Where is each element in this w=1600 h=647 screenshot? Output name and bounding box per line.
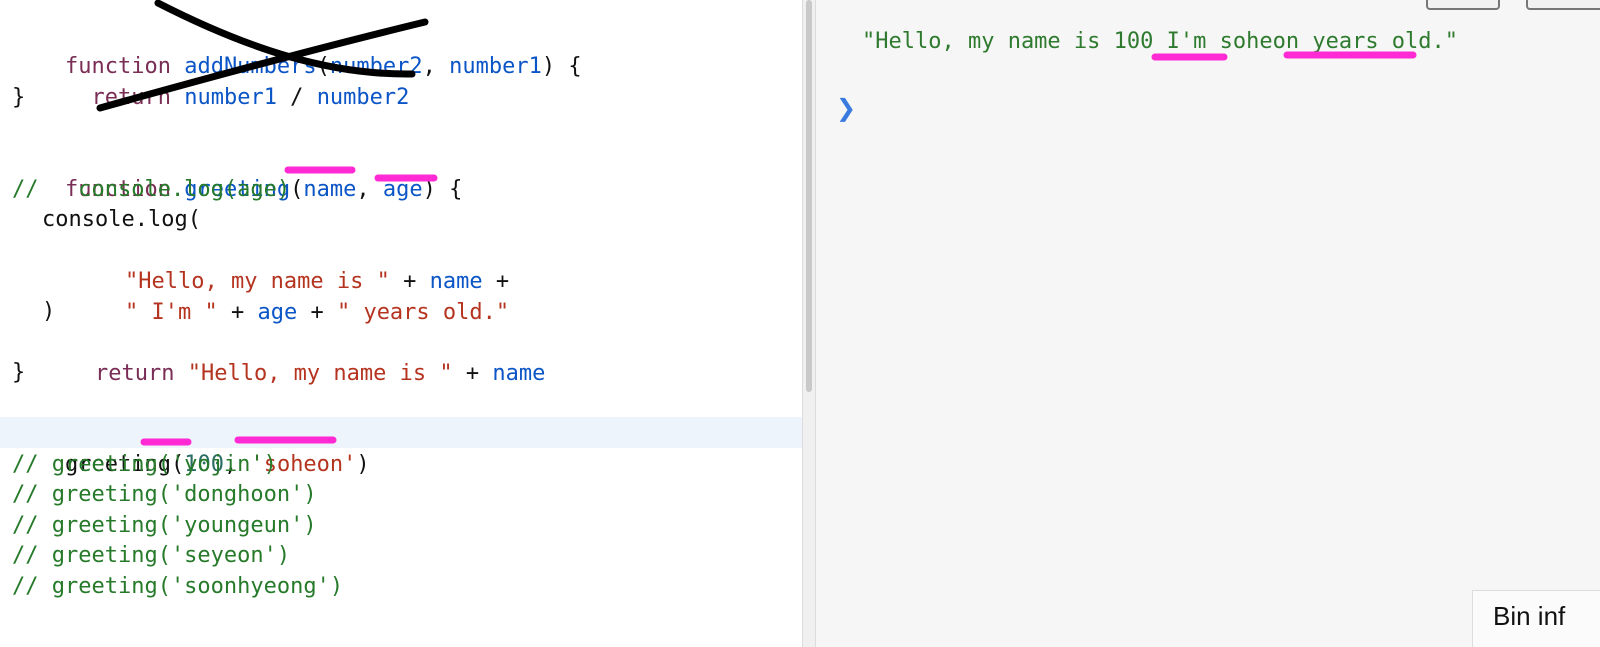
comment-line: // greeting('youngeun') (12, 513, 317, 538)
variable: age (257, 300, 298, 325)
punct: ) (356, 452, 370, 477)
comment-line: // greeting('soonhyeong') (12, 574, 344, 599)
punct: ) { (541, 54, 582, 79)
editor-scrollbar-thumb[interactable] (806, 0, 812, 392)
pane-splitter[interactable] (802, 0, 816, 647)
variable: number1 (184, 85, 277, 110)
code-line-9: " I'm " + age + " years old." (72, 266, 509, 325)
operator: / (276, 85, 317, 110)
keyword: return (94, 361, 175, 386)
bin-info-text: Bin inf (1493, 601, 1566, 631)
variable: name (492, 361, 546, 386)
operator: + (217, 300, 258, 325)
param: name (303, 177, 357, 202)
code-line-6: // console.log(age) (12, 177, 291, 202)
operator: + (452, 361, 493, 386)
toolbar-button[interactable] (1526, 0, 1600, 10)
param: number1 (449, 54, 542, 79)
comment-line: // greeting('seyeon') (12, 543, 291, 568)
code-line-14: greeting(100, 'soheon') (12, 418, 370, 477)
operator: + (297, 300, 337, 325)
code-line-8: "Hello, my name is " + name + (72, 235, 509, 294)
comment-line: // greeting('donghoon') (12, 482, 317, 507)
chevron-right-icon[interactable]: ❯ (836, 94, 856, 122)
punct: ) { (422, 177, 463, 202)
console-panel: "Hello, my name is 100 I'm soheon years … (816, 0, 1600, 647)
code-line-5: function greeting(name, age) { (12, 143, 462, 202)
keyword: return (91, 85, 171, 110)
code-line-7: console.log( (42, 207, 201, 232)
toolbar-button[interactable] (1426, 0, 1500, 10)
param: age (382, 177, 423, 202)
bin-info-label[interactable]: Bin inf (1472, 590, 1600, 647)
code-editor[interactable]: function addNumbers(number2, number1) { … (0, 0, 802, 647)
string: "Hello, my name is " (187, 361, 453, 386)
string: " years old." (336, 300, 510, 325)
punct: , (356, 177, 383, 202)
punct: , (422, 54, 450, 79)
variable: number2 (316, 85, 410, 110)
comment-line: // greeting('yojin') (12, 452, 277, 477)
code-line-10: ) (42, 299, 56, 324)
punct: ( (290, 177, 304, 202)
string: " I'm " (124, 300, 218, 325)
code-line-3: } (12, 85, 26, 110)
code-line-2: return number1 / number2 (12, 51, 409, 110)
code-line-1: function addNumbers(number2, number1) { (12, 20, 582, 79)
code-line-11: return "Hello, my name is " + name (42, 327, 545, 386)
code-line-12: } (12, 360, 26, 385)
console-output: "Hello, my name is 100 I'm soheon years … (862, 29, 1459, 54)
